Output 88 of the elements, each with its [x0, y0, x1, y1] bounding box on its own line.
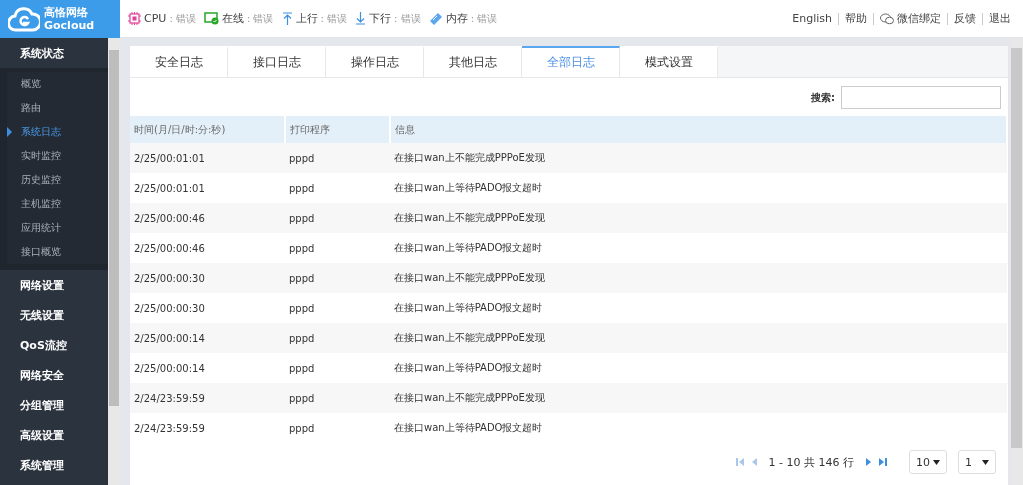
table-cell: pppd — [285, 143, 390, 173]
status-value: : 错误 — [169, 11, 196, 26]
nav-item[interactable]: 应用统计 — [7, 216, 108, 240]
caret-icon — [982, 459, 989, 465]
status-value: : 错误 — [320, 11, 348, 26]
table-cell: pppd — [285, 203, 390, 233]
chip-icon — [128, 12, 141, 25]
table-cell: 在接口wan上等待PADO报文超时 — [390, 233, 1007, 263]
nav-item[interactable]: 历史监控 — [7, 168, 108, 192]
table-cell: 2/25/00:00:46 — [130, 203, 285, 233]
first-page-icon[interactable] — [734, 457, 745, 467]
column-header: 打印程序 — [285, 116, 390, 143]
page-select[interactable]: 1 — [958, 450, 996, 474]
table-cell: pppd — [285, 263, 390, 293]
table-cell: pppd — [285, 323, 390, 353]
tab[interactable]: 操作日志 — [326, 46, 424, 77]
table-cell: pppd — [285, 353, 390, 383]
table-cell: 在接口wan上不能完成PPPoE发现 — [390, 323, 1007, 353]
table-cell: pppd — [285, 293, 390, 323]
table-cell: pppd — [285, 173, 390, 203]
arrow-up-icon — [281, 12, 293, 25]
search-label: 搜索: — [811, 90, 835, 105]
nav-item[interactable]: 实时监控 — [7, 144, 108, 168]
nav-item[interactable]: 接口概览 — [7, 240, 108, 264]
table-cell: 2/25/00:01:01 — [130, 173, 285, 203]
last-page-icon[interactable] — [878, 457, 888, 467]
nav-item[interactable]: 主机监控 — [7, 192, 108, 216]
header-link[interactable]: 退出 — [982, 12, 1017, 25]
arrow-down-icon — [355, 12, 367, 25]
nav-group[interactable]: 网络安全 — [0, 360, 108, 390]
monitor-check-icon — [203, 12, 219, 25]
scrollbar-thumb[interactable] — [1011, 48, 1022, 448]
tab[interactable]: 其他日志 — [424, 46, 522, 77]
status-label: 在线 — [221, 11, 244, 26]
table-cell: 2/25/00:00:30 — [130, 293, 285, 323]
page-size-select[interactable]: 10 — [909, 450, 947, 474]
status-label: 下行 — [369, 11, 392, 26]
status-value: : 错误 — [470, 11, 498, 26]
status-label: 上行 — [295, 11, 318, 26]
column-header: 信息 — [390, 116, 1007, 143]
cloud-icon — [8, 5, 40, 32]
table-cell: 2/24/23:59:59 — [130, 383, 285, 413]
table-cell: pppd — [285, 383, 390, 413]
header-link[interactable]: 反馈 — [947, 12, 982, 25]
table-cell: 2/25/00:00:14 — [130, 323, 285, 353]
status-label: CPU — [144, 12, 167, 25]
nav-group[interactable]: 无线设置 — [0, 300, 108, 330]
nav-group[interactable]: 高级设置 — [0, 420, 108, 450]
table-cell: 在接口wan上等待PADO报文超时 — [390, 353, 1007, 383]
nav-group[interactable]: 网络设置 — [0, 270, 108, 300]
nav-item[interactable]: 系统日志 — [7, 120, 108, 144]
table-cell: 2/25/00:01:01 — [130, 143, 285, 173]
table-cell: 2/25/00:00:14 — [130, 353, 285, 383]
table-cell: 2/25/00:00:46 — [130, 233, 285, 263]
caret-icon — [933, 459, 940, 465]
logo-text: Gocloud — [44, 19, 95, 31]
tab[interactable]: 安全日志 — [130, 46, 228, 77]
nav-item[interactable]: 路由 — [7, 96, 108, 120]
page-summary: 1 - 10 共 146 行 — [768, 454, 854, 470]
tab[interactable]: 模式设置 — [620, 46, 718, 77]
header-link[interactable]: 帮助 — [838, 12, 873, 25]
search-field[interactable] — [841, 86, 1001, 109]
table-cell: pppd — [285, 233, 390, 263]
table-cell: 在接口wan上不能完成PPPoE发现 — [390, 143, 1007, 173]
table-cell: 在接口wan上不能完成PPPoE发现 — [390, 383, 1007, 413]
memory-stick-icon — [428, 12, 443, 25]
tab[interactable]: 接口日志 — [228, 46, 326, 77]
nav-group[interactable]: 系统状态 — [0, 38, 108, 68]
table-cell: 在接口wan上等待PADO报文超时 — [390, 293, 1007, 323]
header-link[interactable]: English — [786, 12, 838, 25]
chat-icon — [880, 12, 894, 25]
nav-item[interactable]: 概览 — [7, 72, 108, 96]
table-cell: 2/25/00:00:30 — [130, 263, 285, 293]
nav-group[interactable]: 系统管理 — [0, 450, 108, 480]
tab[interactable]: 全部日志 — [522, 46, 620, 77]
table-cell: 在接口wan上等待PADO报文超时 — [390, 173, 1007, 203]
status-value: : 错误 — [394, 11, 421, 26]
nav-group[interactable]: QoS流控 — [0, 330, 108, 360]
next-page-icon[interactable] — [863, 457, 873, 467]
table-cell: 在接口wan上不能完成PPPoE发现 — [390, 263, 1007, 293]
column-header: 时间(月/日/时:分:秒) — [130, 116, 285, 143]
table-cell: 在接口wan上不能完成PPPoE发现 — [390, 203, 1007, 233]
nav-group[interactable]: 分组管理 — [0, 390, 108, 420]
scrollbar-thumb[interactable] — [109, 50, 119, 406]
status-label: 内存 — [445, 11, 468, 26]
logo-text: 高恪网络 — [44, 6, 89, 18]
status-value: : 错误 — [246, 11, 274, 26]
header-link[interactable]: 微信绑定 — [873, 12, 947, 25]
